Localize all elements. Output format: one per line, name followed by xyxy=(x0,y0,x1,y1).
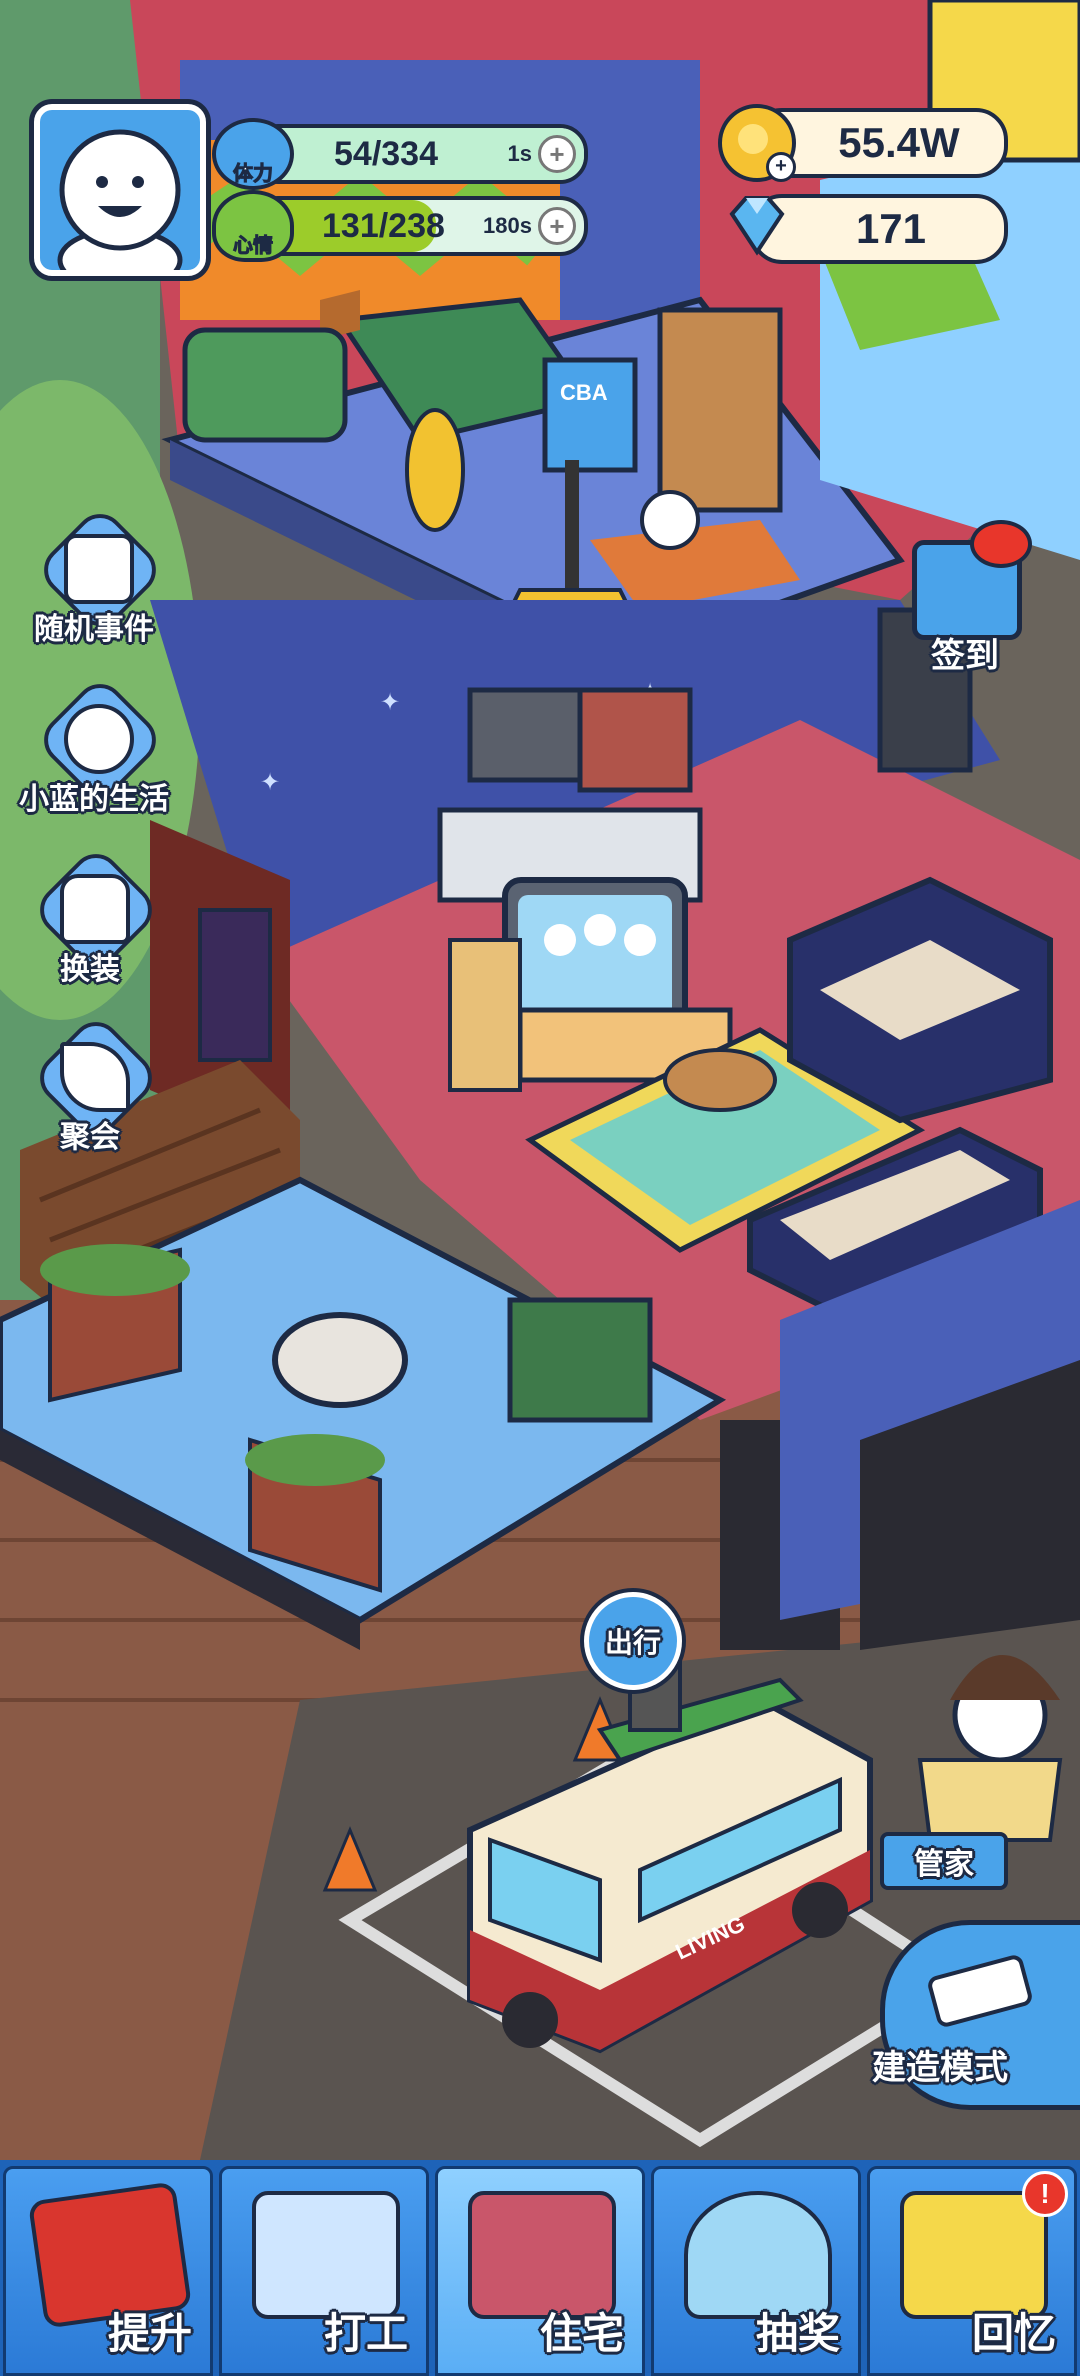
sign-in-button[interactable]: 签到 xyxy=(900,520,1032,680)
shirt-icon xyxy=(60,874,130,944)
nav-tab-memory-label: 回忆 xyxy=(971,2310,1056,2357)
go-out-button[interactable]: 出行 xyxy=(584,1592,682,1690)
mood-add-button[interactable]: + xyxy=(538,207,576,245)
nav-tab-home[interactable]: 住宅 xyxy=(435,2166,645,2376)
stamina-label: 体力 xyxy=(233,163,274,186)
nav-tab-work-label: 打工 xyxy=(323,2310,408,2357)
svg-text:✦: ✦ xyxy=(380,689,400,716)
party-button[interactable]: 聚会 xyxy=(26,1011,163,1154)
scroll-hand-icon xyxy=(64,534,134,604)
butler-button[interactable]: 管家 xyxy=(880,1832,1008,1890)
nav-tab-lottery-label: 抽奖 xyxy=(755,2310,840,2357)
sign-in-label: 签到 xyxy=(931,637,999,675)
coin-value: 55.4W xyxy=(838,119,960,166)
stamina-timer: 1s xyxy=(507,141,532,166)
notification-badge: ! xyxy=(1022,2171,1068,2217)
gem-icon[interactable] xyxy=(722,190,792,260)
player-avatar[interactable] xyxy=(34,104,206,276)
nav-tab-upgrade-label: 提升 xyxy=(107,2310,192,2357)
nav-tab-lottery[interactable]: 抽奖 xyxy=(651,2166,861,2376)
heart-icon: 心情 xyxy=(212,190,294,262)
random-event-label: 随机事件 xyxy=(34,613,154,646)
coin-icon[interactable]: + xyxy=(718,104,796,182)
nav-tab-work[interactable]: 打工 xyxy=(219,2166,429,2376)
bottom-nav: 提升 打工 住宅 抽奖 回忆 ! xyxy=(0,2160,1080,2376)
dress-up-label: 换装 xyxy=(60,953,120,986)
party-label: 聚会 xyxy=(60,1121,120,1154)
mood-value: 131/238 xyxy=(322,206,445,245)
bow-icon xyxy=(970,520,1032,568)
dumbbell-icon: 体力 xyxy=(212,118,294,190)
svg-text:✦: ✦ xyxy=(260,769,280,796)
nav-tab-memory[interactable]: 回忆 ! xyxy=(867,2166,1077,2376)
stamina-add-button[interactable]: + xyxy=(538,135,576,173)
go-out-label: 出行 xyxy=(604,1627,661,1658)
nav-tab-home-label: 住宅 xyxy=(539,2310,624,2357)
random-event-button[interactable]: 随机事件 xyxy=(30,503,167,646)
stamina-value: 54/334 xyxy=(334,134,438,173)
gem-value: 171 xyxy=(855,205,927,252)
butler-label: 管家 xyxy=(914,1848,974,1881)
stamina-bar: 54/334 1s + xyxy=(250,124,588,184)
life-label: 小蓝的生活 xyxy=(19,783,169,816)
build-mode-label: 建造模式 xyxy=(872,2049,1008,2087)
smiley-avatar-icon xyxy=(57,129,183,270)
mood-label: 心情 xyxy=(233,235,274,258)
paint-roller-icon xyxy=(925,1953,1035,2029)
hoop-brand-text: CBA xyxy=(560,380,608,405)
mood-timer: 180s xyxy=(483,213,532,238)
nav-tab-upgrade[interactable]: 提升 xyxy=(3,2166,213,2376)
life-button[interactable]: 小蓝的生活 xyxy=(19,673,169,816)
dress-up-button[interactable]: 换装 xyxy=(26,843,163,986)
mood-bar: 131/238 180s + xyxy=(250,196,588,256)
calendar-smile-icon xyxy=(64,704,134,774)
